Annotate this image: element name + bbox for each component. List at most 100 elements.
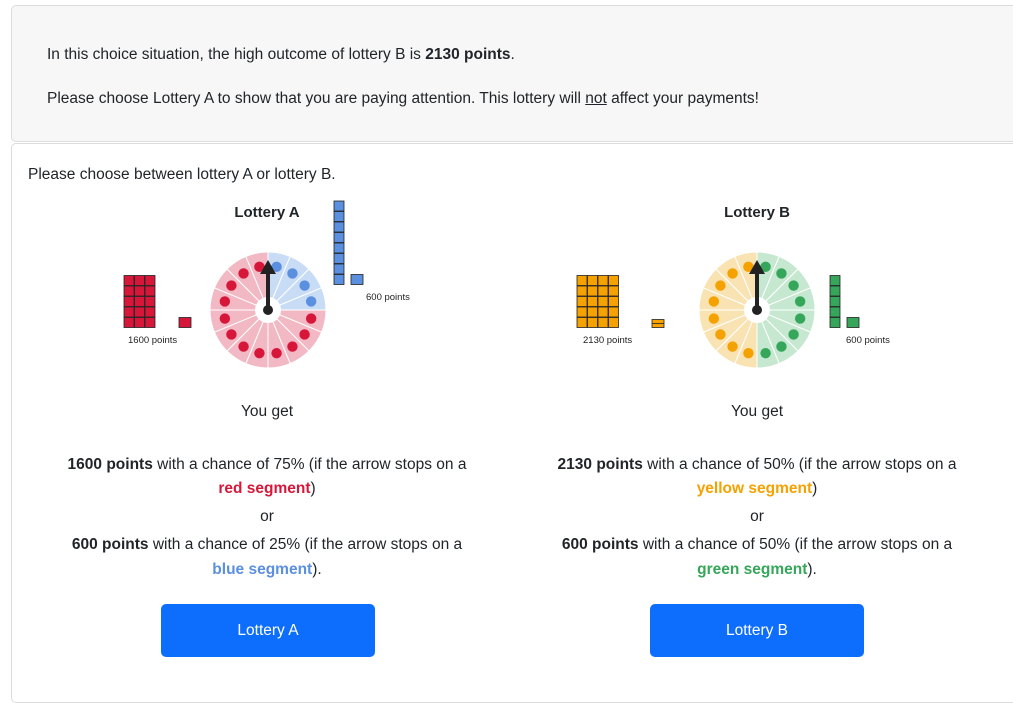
segment-dot xyxy=(776,341,787,352)
block xyxy=(587,296,598,307)
lottery-b-or: or xyxy=(750,508,764,525)
block xyxy=(597,306,609,318)
lottery-a-high-points: 1600 points xyxy=(67,456,153,473)
segment-dot xyxy=(727,268,738,279)
lottery-b-wheel xyxy=(698,251,816,369)
segment-dot xyxy=(238,341,249,352)
block xyxy=(829,296,841,307)
block xyxy=(597,296,609,307)
block xyxy=(333,211,345,222)
block xyxy=(576,306,588,318)
points-label: 2130 points xyxy=(583,335,632,346)
lottery-b-title: Lottery B xyxy=(724,204,790,221)
partial-block xyxy=(350,274,364,285)
lottery-a-wheel xyxy=(209,251,327,369)
lottery-a-low-outcome: 600 points with a chance of 25% (if the … xyxy=(71,536,463,553)
block xyxy=(576,275,588,286)
lottery-b-high-segment: yellow segment) xyxy=(696,480,818,497)
not-emphasis: not xyxy=(585,90,607,107)
attention-check-panel: In this choice situation, the high outco… xyxy=(11,5,1013,142)
lottery-b-high-points: 2130 points xyxy=(557,456,643,473)
block xyxy=(333,200,345,212)
block xyxy=(123,296,135,307)
block xyxy=(134,306,145,318)
block xyxy=(587,275,598,286)
block xyxy=(134,275,145,286)
segment-dot xyxy=(743,347,754,359)
choice-prompt: Please choose between lottery A or lotte… xyxy=(28,166,336,183)
segment-dot xyxy=(727,341,738,352)
segment-dot xyxy=(299,329,310,340)
block xyxy=(829,275,841,286)
high-outcome-note: In this choice situation, the high outco… xyxy=(47,46,515,63)
segment-dot xyxy=(788,329,799,340)
block xyxy=(608,275,619,286)
lottery-a-high-outcome: 1600 points with a chance of 75% (if the… xyxy=(67,456,467,473)
block xyxy=(597,317,609,328)
block xyxy=(123,306,135,318)
points-label: 1600 points xyxy=(128,335,177,346)
segment-dot xyxy=(271,347,282,359)
lottery-a-or: or xyxy=(260,508,274,525)
segment-dot xyxy=(299,280,310,291)
block xyxy=(576,285,588,297)
lottery-a-high-blocks: 1600 points xyxy=(123,275,192,346)
lottery-b-button[interactable]: Lottery B xyxy=(650,604,864,657)
lottery-b-low-points: 600 points xyxy=(561,536,639,553)
segment-dot xyxy=(794,313,806,324)
block xyxy=(829,317,841,328)
block xyxy=(608,285,619,297)
block xyxy=(144,296,156,307)
green-segment-text: green segment xyxy=(697,561,808,578)
block xyxy=(333,232,345,243)
lottery-a-low-segment: blue segment). xyxy=(212,561,322,578)
block xyxy=(333,221,345,233)
block xyxy=(576,317,588,328)
lottery-b-low-blocks: 600 points xyxy=(829,275,890,346)
red-segment-text: red segment xyxy=(218,480,311,497)
blue-segment-text: blue segment xyxy=(212,561,313,578)
attention-instruction: Please choose Lottery A to show that you… xyxy=(47,90,759,107)
block xyxy=(144,317,156,328)
block xyxy=(608,306,619,318)
block xyxy=(608,296,619,307)
block xyxy=(576,296,588,307)
segment-dot xyxy=(226,329,237,340)
lottery-b-low-segment: green segment). xyxy=(697,561,817,578)
segment-dot xyxy=(708,296,720,307)
lottery-b-low-outcome: 600 points with a chance of 50% (if the … xyxy=(561,536,953,553)
block xyxy=(144,306,156,318)
block xyxy=(333,263,345,275)
segment-dot xyxy=(760,347,771,359)
segment-dot xyxy=(287,341,298,352)
block xyxy=(597,285,609,297)
segment-dot xyxy=(788,280,799,291)
segment-dot xyxy=(305,313,317,324)
lottery-a-you-get: You get xyxy=(240,403,293,420)
block xyxy=(333,242,345,254)
lottery-b-high-blocks: 2130 points xyxy=(576,275,665,346)
block xyxy=(829,285,841,297)
lottery-b-you-get: You get xyxy=(730,403,783,420)
block xyxy=(587,317,598,328)
block xyxy=(134,285,145,297)
points-label: 600 points xyxy=(366,292,410,303)
segment-dot xyxy=(238,268,249,279)
segment-dot xyxy=(254,347,265,359)
block xyxy=(333,274,345,285)
lottery-a-button[interactable]: Lottery A xyxy=(161,604,375,657)
segment-dot xyxy=(305,296,317,307)
partial-block xyxy=(178,317,192,328)
block xyxy=(123,317,135,328)
block xyxy=(123,285,135,297)
block xyxy=(587,285,598,297)
block xyxy=(144,285,156,297)
segment-dot xyxy=(219,313,231,324)
segment-dot xyxy=(776,268,787,279)
lottery-b-high-outcome: 2130 points with a chance of 50% (if the… xyxy=(557,456,957,473)
lottery-a-title: Lottery A xyxy=(234,204,300,221)
segment-dot xyxy=(708,313,720,324)
segment-dot xyxy=(226,280,237,291)
block xyxy=(333,253,345,264)
block xyxy=(134,296,145,307)
